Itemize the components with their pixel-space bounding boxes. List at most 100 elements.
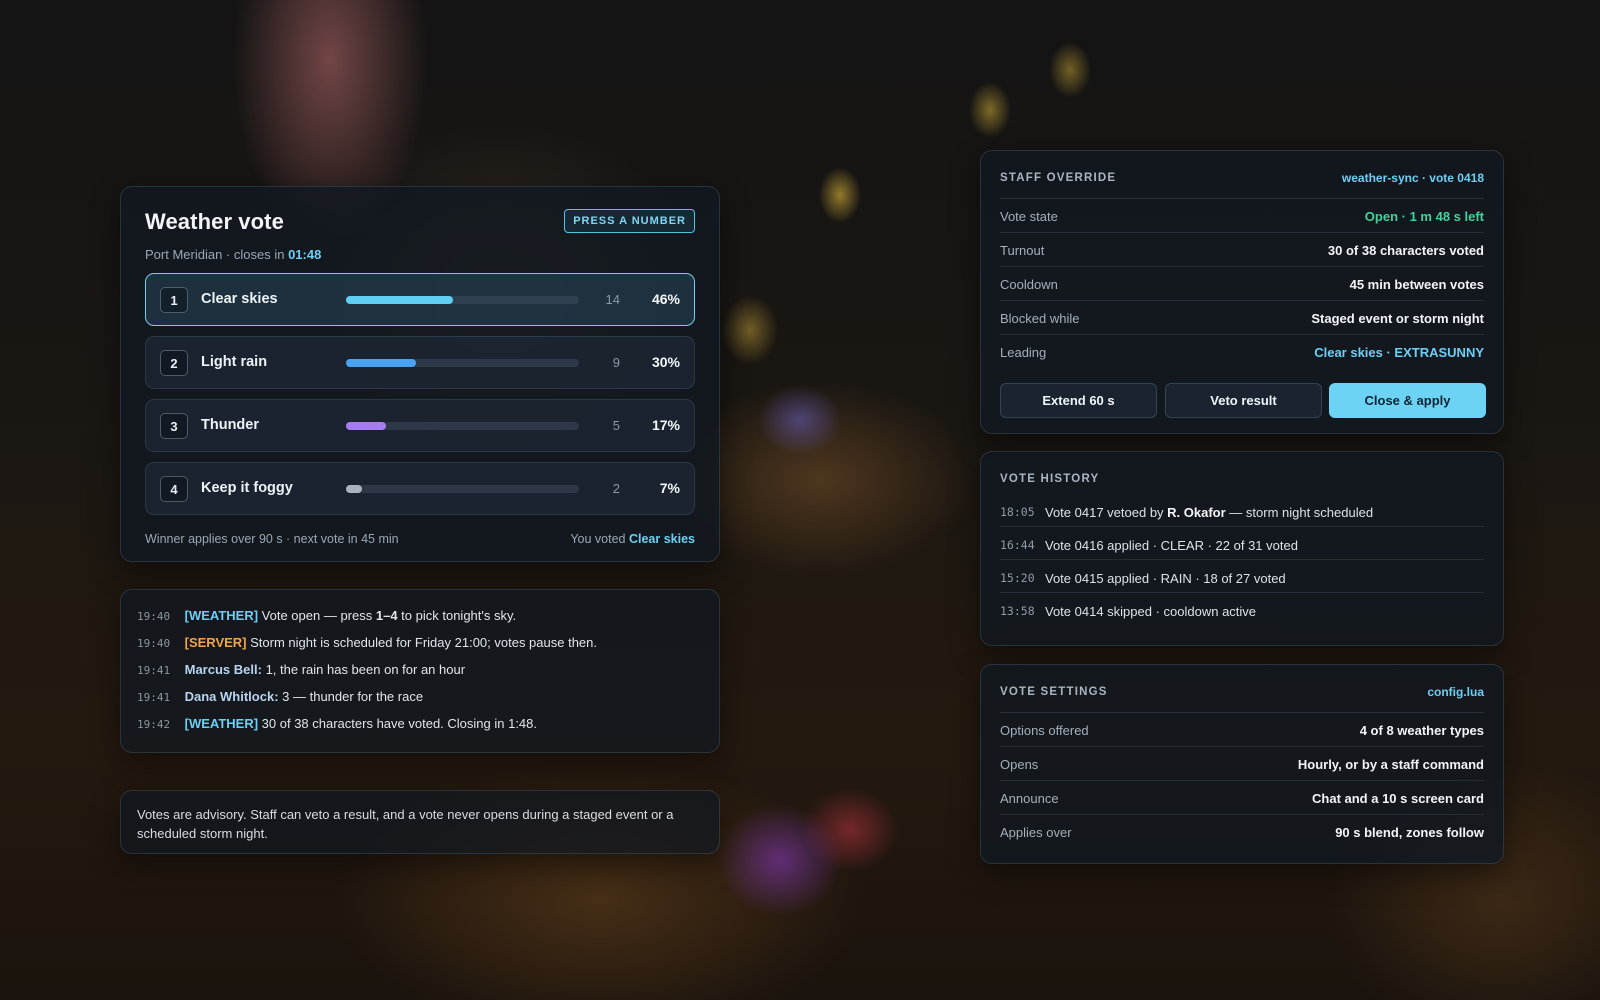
history-text: Vote 0414 skipped · cooldown active: [1045, 604, 1257, 619]
veto-result-button[interactable]: Veto result: [1165, 383, 1322, 418]
history-row: 18:05 Vote 0417 vetoed by R. Okafor — st…: [1000, 494, 1484, 527]
history-text: Vote 0417 vetoed by R. Okafor — storm ni…: [1045, 505, 1373, 520]
chat-timestamp: 19:40: [137, 610, 171, 623]
row-value: 30 of 38 characters voted: [1327, 243, 1484, 258]
your-vote-prefix: You voted: [570, 532, 626, 546]
chat-player-name: Dana Whitlock:: [184, 689, 279, 704]
option-key: 1: [160, 287, 188, 313]
weather-vote-panel: Weather vote PRESS A NUMBER Port Meridia…: [120, 186, 720, 562]
vote-footer-info: Winner applies over 90 s · next vote in …: [145, 532, 399, 546]
staff-row-leading: Leading Clear skies · EXTRASUNNY: [1000, 335, 1484, 369]
chat-log-panel: 19:40 [WEATHER] Vote open — press 1–4 to…: [120, 589, 720, 753]
option-key: 3: [160, 413, 188, 439]
option-progress-fill: [346, 422, 386, 430]
vote-footer: Winner applies over 90 s · next vote in …: [145, 532, 695, 548]
option-key: 2: [160, 350, 188, 376]
chat-message: 30 of 38 characters have voted. Closing …: [261, 716, 538, 731]
row-label: Vote state: [1000, 209, 1058, 224]
history-text-start: Vote 0417 vetoed by: [1045, 505, 1168, 520]
option-progress-track: [346, 422, 579, 430]
chat-timestamp: 19:41: [137, 664, 171, 677]
option-percentage: 46%: [651, 291, 680, 307]
vote-settings-title: VOTE SETTINGS: [1000, 686, 1108, 698]
config-file-link[interactable]: config.lua: [1427, 685, 1484, 699]
option-vote-count: 14: [605, 292, 620, 307]
option-vote-count: 9: [612, 355, 620, 370]
vote-countdown: 01:48: [288, 247, 322, 262]
chat-line: 19:40 [SERVER] Storm night is scheduled …: [137, 635, 703, 662]
row-label: Leading: [1000, 345, 1047, 360]
option-progress-track: [346, 296, 579, 304]
chat-line: 19:40 [WEATHER] Vote open — press 1–4 to…: [137, 608, 703, 635]
row-value: Open · 1 m 48 s left: [1364, 209, 1484, 224]
option-label: Clear skies: [201, 291, 278, 307]
option-label: Thunder: [201, 417, 259, 433]
option-progress-fill: [346, 359, 416, 367]
advisory-note-panel: Votes are advisory. Staff can veto a res…: [120, 790, 720, 854]
history-time: 18:05: [1000, 505, 1035, 519]
vote-settings-panel: VOTE SETTINGS config.lua Options offered…: [980, 664, 1504, 864]
row-label: Announce: [1000, 791, 1059, 806]
staff-row-cooldown: Cooldown 45 min between votes: [1000, 267, 1484, 301]
option-percentage: 7%: [659, 480, 680, 496]
history-time: 16:44: [1000, 538, 1035, 552]
chat-message: Storm night is scheduled for Friday 21:0…: [250, 635, 598, 650]
chat-tag-server: [SERVER]: [184, 635, 247, 650]
chat-tag-weather: [WEATHER]: [184, 716, 259, 731]
staff-override-header: STAFF OVERRIDE weather-sync · vote 0418: [1000, 151, 1484, 199]
vote-option-light-rain[interactable]: 2 Light rain 9 30%: [145, 336, 695, 389]
option-key: 4: [160, 476, 188, 502]
vote-option-keep-it-foggy[interactable]: 4 Keep it foggy 2 7%: [145, 462, 695, 515]
row-label: Blocked while: [1000, 311, 1080, 326]
option-label: Light rain: [201, 354, 268, 370]
settings-row-opens: Opens Hourly, or by a staff command: [1000, 747, 1484, 781]
press-number-badge: PRESS A NUMBER: [564, 209, 695, 233]
staff-row-turnout: Turnout 30 of 38 characters voted: [1000, 233, 1484, 267]
option-progress-fill: [346, 485, 363, 493]
vote-option-thunder[interactable]: 3 Thunder 5 17%: [145, 399, 695, 452]
vote-subtitle: Port Meridian · closes in 01:48: [145, 247, 695, 263]
staff-override-panel: STAFF OVERRIDE weather-sync · vote 0418 …: [980, 150, 1504, 434]
vote-location-text: Port Meridian · closes in: [145, 247, 285, 262]
settings-row-applies-over: Applies over 90 s blend, zones follow: [1000, 815, 1484, 849]
close-and-apply-button[interactable]: Close & apply: [1329, 383, 1486, 418]
vote-history-title: VOTE HISTORY: [1000, 473, 1100, 485]
row-label: Opens: [1000, 757, 1039, 772]
your-vote-text: You voted Clear skies: [570, 532, 695, 546]
extend-60s-button[interactable]: Extend 60 s: [1000, 383, 1157, 418]
history-row: 15:20 Vote 0415 applied · RAIN · 18 of 2…: [1000, 560, 1484, 593]
settings-row-announce: Announce Chat and a 10 s screen card: [1000, 781, 1484, 815]
history-text-end: — storm night scheduled: [1225, 505, 1374, 520]
chat-message-bold: 1–4: [375, 608, 398, 623]
row-value: 90 s blend, zones follow: [1335, 825, 1484, 840]
row-label: Cooldown: [1000, 277, 1058, 292]
settings-row-options-offered: Options offered 4 of 8 weather types: [1000, 713, 1484, 747]
history-row: 13:58 Vote 0414 skipped · cooldown activ…: [1000, 593, 1484, 626]
option-vote-count: 5: [612, 418, 620, 433]
row-value: 45 min between votes: [1349, 277, 1484, 292]
vote-options: 1 Clear skies 14 46% 2 Light rain 9 30% …: [145, 273, 695, 515]
chat-timestamp: 19:41: [137, 691, 171, 704]
chat-line: 19:41 Marcus Bell: 1, the rain has been …: [137, 662, 703, 689]
chat-message: 1, the rain has been on for an hour: [265, 662, 466, 677]
row-value: 4 of 8 weather types: [1359, 723, 1484, 738]
history-time: 15:20: [1000, 571, 1035, 585]
history-row: 16:44 Vote 0416 applied · CLEAR · 22 of …: [1000, 527, 1484, 560]
row-value: Clear skies · EXTRASUNNY: [1314, 345, 1484, 360]
vote-header: Weather vote PRESS A NUMBER: [145, 209, 695, 239]
vote-option-clear-skies[interactable]: 1 Clear skies 14 46%: [145, 273, 695, 326]
option-progress-track: [346, 359, 579, 367]
history-time: 13:58: [1000, 604, 1035, 618]
row-value: Hourly, or by a staff command: [1297, 757, 1484, 772]
option-label: Keep it foggy: [201, 480, 293, 496]
option-progress-track: [346, 485, 579, 493]
history-staff-name: R. Okafor: [1167, 505, 1226, 520]
chat-message-tail: to pick tonight's sky.: [397, 608, 517, 623]
vote-settings-header: VOTE SETTINGS config.lua: [1000, 665, 1484, 713]
chat-line: 19:42 [WEATHER] 30 of 38 characters have…: [137, 716, 703, 743]
staff-row-blocked-while: Blocked while Staged event or storm nigh…: [1000, 301, 1484, 335]
history-text: Vote 0416 applied · CLEAR · 22 of 31 vot…: [1045, 538, 1298, 553]
chat-message: Vote open — press: [261, 608, 376, 623]
option-progress-fill: [346, 296, 454, 304]
option-percentage: 30%: [651, 354, 680, 370]
